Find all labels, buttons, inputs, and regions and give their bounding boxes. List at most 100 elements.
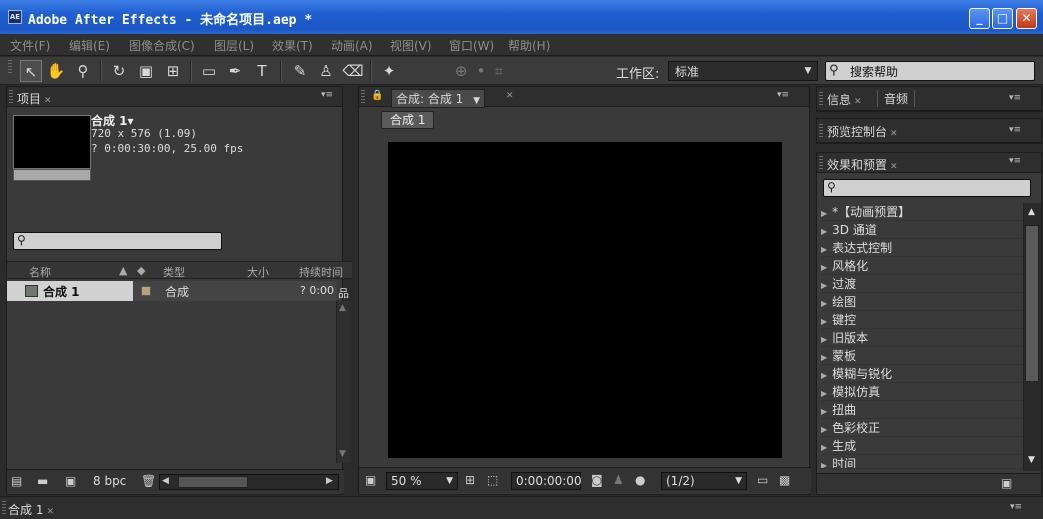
panel-grip[interactable] [2,501,6,515]
effect-category[interactable]: ▶ 3D 通道 [821,221,1023,239]
sort-up-icon[interactable]: ▲ [119,264,127,277]
color-channel-icon[interactable]: ● [635,473,645,487]
expand-arrow-icon[interactable]: ▶ [821,335,827,344]
composition-viewer[interactable] [388,142,782,458]
pen-tool-icon[interactable]: ✒ [224,60,246,82]
menu-effect[interactable]: 效果(T) [272,37,313,54]
zoom-select[interactable]: 50 % ▼ [386,472,458,490]
menu-edit[interactable]: 编辑(E) [69,37,110,54]
menu-composition[interactable]: 图像合成(C) [129,37,195,54]
selection-tool-icon[interactable]: ↖ [20,60,42,82]
horizontal-scrollbar[interactable]: ◀ ▶ [159,474,339,490]
comp-breadcrumb[interactable]: 合成 1 [381,111,435,129]
expand-arrow-icon[interactable]: ▶ [821,407,827,416]
tab-audio[interactable]: 音频 [877,90,916,107]
snapshot-camera-icon[interactable]: ◙ [591,473,603,487]
puppet-pin-tool-icon[interactable]: ✦ [378,60,400,82]
always-preview-icon[interactable]: ▣ [365,473,376,487]
panel-menu-icon[interactable]: ▾≡ [1010,502,1022,512]
search-help-input[interactable]: 搜索帮助 [825,61,1035,81]
maximize-button[interactable]: □ [992,8,1013,29]
effect-category[interactable]: ▶ 蒙板 [821,347,1023,365]
pan-behind-tool-icon[interactable]: ⊞ [162,60,184,82]
menu-animation[interactable]: 动画(A) [331,37,373,54]
expand-arrow-icon[interactable]: ▶ [821,443,827,452]
show-snapshot-icon[interactable]: ♟ [613,473,624,487]
tab-effects-presets[interactable]: 效果和预置 ✕ [827,156,898,173]
panel-grip[interactable] [819,156,823,170]
panel-menu-icon[interactable]: ▾≡ [1009,125,1021,135]
effect-category[interactable]: ▶ 表达式控制 [821,239,1023,257]
eraser-tool-icon[interactable]: ⌫ [342,60,364,82]
column-size[interactable]: 大小 [247,264,269,280]
close-icon[interactable]: ✕ [890,162,898,172]
minimize-button[interactable]: _ [969,8,990,29]
expand-arrow-icon[interactable]: ▶ [821,461,827,468]
expand-arrow-icon[interactable]: ▶ [821,227,827,236]
effects-search-input[interactable] [823,179,1031,197]
scroll-down-icon[interactable]: ▼ [339,449,346,459]
workspace-select[interactable]: 标准 [668,61,818,81]
close-icon[interactable]: ✕ [44,96,52,106]
expand-arrow-icon[interactable]: ▶ [821,353,827,362]
effect-category[interactable]: ▶ *【动画预置】 [821,203,1023,221]
chevron-down-icon[interactable]: ▼ [473,96,480,106]
scroll-left-icon[interactable]: ◀ [162,476,169,486]
project-scrollbar[interactable]: ▲ ▼ [336,301,350,463]
expand-arrow-icon[interactable]: ▶ [821,263,827,272]
effect-category[interactable]: ▶ 过渡 [821,275,1023,293]
clone-stamp-tool-icon[interactable]: ♙ [315,60,337,82]
tab-project[interactable]: 项目 ✕ [17,90,52,107]
panel-menu-icon[interactable]: ▾≡ [321,90,333,100]
close-icon[interactable]: ✕ [854,97,862,107]
resolution-select[interactable]: (1/2) ▼ [661,472,747,490]
expand-arrow-icon[interactable]: ▶ [821,299,827,308]
scroll-thumb[interactable] [1025,225,1039,382]
effects-scrollbar[interactable]: ▲ ▼ [1023,203,1041,471]
scroll-up-icon[interactable]: ▲ [1028,207,1035,217]
label-tag-icon[interactable]: ◆ [137,264,145,277]
safe-margins-icon[interactable]: ⊞ [465,473,475,487]
expand-arrow-icon[interactable]: ▶ [821,317,827,326]
camera-tool-icon[interactable]: ▣ [135,60,157,82]
menu-view[interactable]: 视图(V) [390,37,432,54]
rectangle-mask-tool-icon[interactable]: ▭ [198,60,220,82]
panel-grip[interactable] [819,92,823,106]
expand-arrow-icon[interactable]: ▶ [821,281,827,290]
effect-category[interactable]: ▶ 时间 [821,455,1023,469]
zoom-tool-icon[interactable]: ⚲ [72,60,94,82]
panel-menu-icon[interactable]: ▾≡ [1009,156,1021,166]
new-composition-icon[interactable]: ▣ [65,474,76,488]
expand-arrow-icon[interactable]: ▶ [821,425,827,434]
new-folder-icon[interactable]: ▬ [37,474,48,488]
new-preset-icon[interactable]: ▣ [1001,476,1012,490]
brush-tool-icon[interactable]: ✎ [289,60,311,82]
interpret-footage-icon[interactable]: ▤ [11,474,22,488]
transparency-grid-icon[interactable]: ▩ [779,473,790,487]
tab-preview[interactable]: 预览控制台 ✕ [827,123,898,140]
menu-layer[interactable]: 图层(L) [214,37,254,54]
scroll-up-icon[interactable]: ▲ [339,303,346,313]
label-color-swatch[interactable] [141,286,151,296]
effect-category[interactable]: ▶ 生成 [821,437,1023,455]
fast-preview-icon[interactable]: ▭ [757,473,768,487]
expand-arrow-icon[interactable]: ▶ [821,389,827,398]
rotate-tool-icon[interactable]: ↻ [108,60,130,82]
effect-category[interactable]: ▶ 键控 [821,311,1023,329]
close-button[interactable]: ✕ [1016,8,1037,29]
trash-icon[interactable]: 🗑 [141,474,156,488]
close-icon[interactable]: ✕ [506,91,514,101]
panel-grip[interactable] [361,90,365,104]
tab-composition[interactable]: 合成: 合成 1 ▼ [391,89,486,108]
column-duration[interactable]: 持续时间 [299,264,343,280]
column-type[interactable]: 类型 [163,264,185,280]
tab-info[interactable]: 信息 ✕ [827,91,862,108]
expand-arrow-icon[interactable]: ▶ [821,209,827,218]
effect-category[interactable]: ▶ 色彩校正 [821,419,1023,437]
text-tool-icon[interactable]: T [251,60,273,82]
lock-icon[interactable]: 🔒 [371,90,383,101]
close-icon[interactable]: ✕ [46,507,54,517]
effect-category[interactable]: ▶ 模糊与锐化 [821,365,1023,383]
effect-category[interactable]: ▶ 绘图 [821,293,1023,311]
timecode-field[interactable]: 0:00:00:00 [511,472,582,490]
